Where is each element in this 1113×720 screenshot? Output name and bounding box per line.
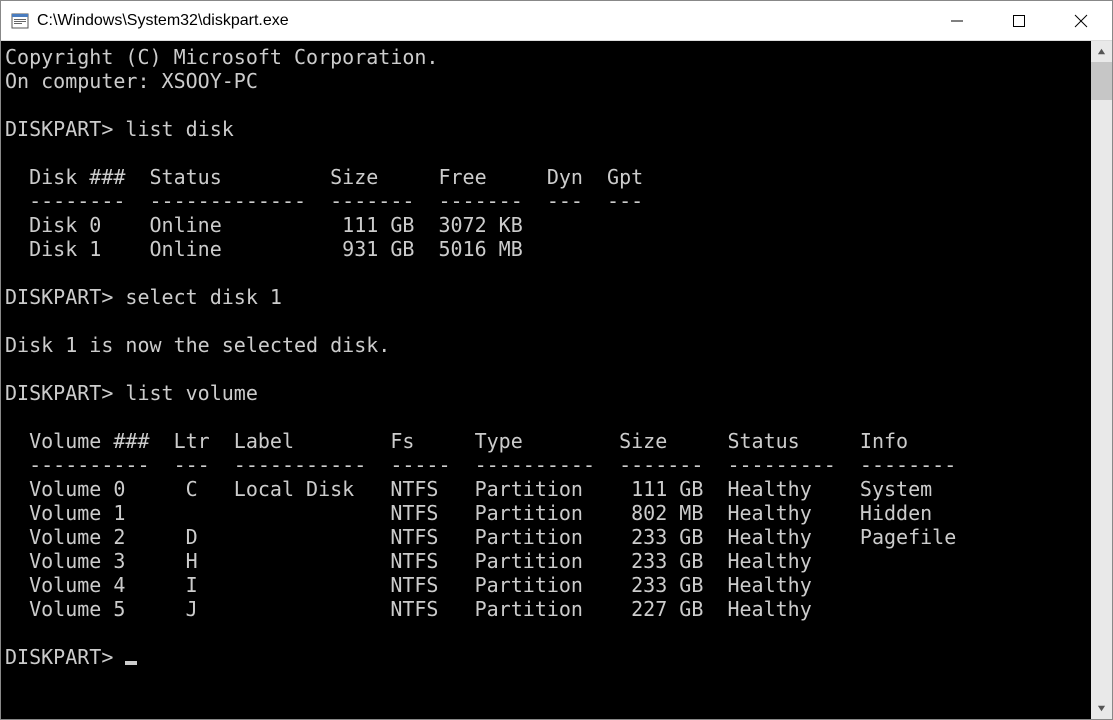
window-controls [926, 1, 1112, 40]
maximize-button[interactable] [988, 1, 1050, 41]
vertical-scrollbar[interactable] [1091, 41, 1112, 719]
close-button[interactable] [1050, 1, 1112, 41]
app-icon [11, 12, 29, 30]
window-title: C:\Windows\System32\diskpart.exe [37, 1, 926, 41]
scroll-down-button[interactable] [1091, 698, 1112, 719]
minimize-button[interactable] [926, 1, 988, 41]
titlebar: C:\Windows\System32\diskpart.exe [1, 1, 1112, 41]
content-area: Copyright (C) Microsoft Corporation. On … [1, 41, 1112, 719]
terminal-output[interactable]: Copyright (C) Microsoft Corporation. On … [1, 41, 1091, 719]
scroll-up-button[interactable] [1091, 41, 1112, 62]
terminal-cursor [125, 661, 137, 665]
scroll-thumb[interactable] [1091, 62, 1112, 100]
